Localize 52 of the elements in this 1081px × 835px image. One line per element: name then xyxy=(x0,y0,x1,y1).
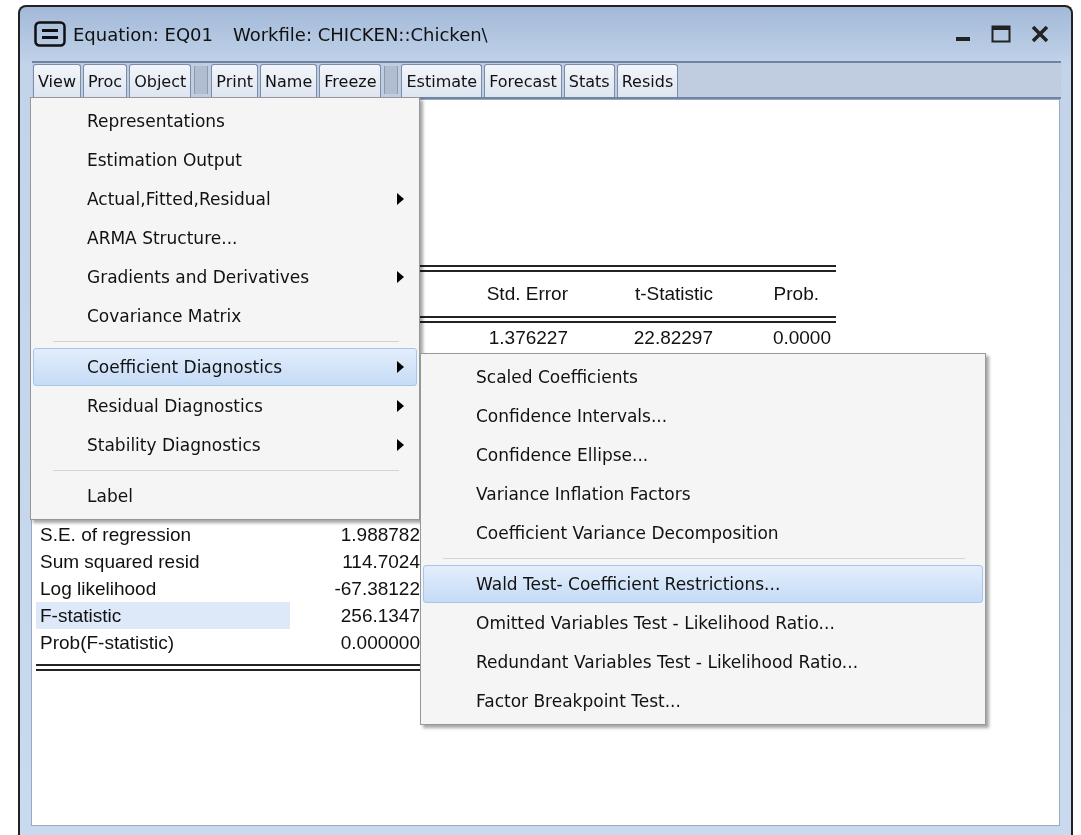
menu-item[interactable]: Coefficient Diagnostics xyxy=(33,348,417,386)
menu-item[interactable]: Representations xyxy=(33,102,417,140)
table-cell-text: 0.0000 xyxy=(771,326,832,350)
stat-label: Log likelihood xyxy=(39,577,158,601)
menu-item[interactable]: Estimation Output xyxy=(33,141,417,179)
menu-item[interactable]: Scaled Coefficients xyxy=(423,358,983,396)
toolbar-separator xyxy=(384,66,399,94)
toolbar-button[interactable]: Estimate xyxy=(401,64,483,97)
stat-label: Sum squared resid xyxy=(39,550,201,574)
menu-item[interactable]: Covariance Matrix xyxy=(33,297,417,335)
menu-item[interactable]: Confidence Ellipse... xyxy=(423,436,983,474)
menu-item[interactable]: Actual,Fitted,Residual xyxy=(33,180,417,218)
table-cell-text: 22.82297 xyxy=(632,326,714,350)
menu-item[interactable]: Omitted Variables Test - Likelihood Ratio... xyxy=(423,604,983,642)
stat-value: -67.38122 xyxy=(333,577,420,601)
workfile-title: Workfile: CHICKEN::Chicken\ xyxy=(232,23,488,45)
stat-value: 256.1347 xyxy=(339,604,420,628)
menu-item[interactable]: Stability Diagnostics xyxy=(33,426,417,464)
toolbar-button[interactable]: Proc xyxy=(82,64,128,97)
toolbar-button[interactable]: View xyxy=(33,64,81,97)
menu-item[interactable]: Confidence Intervals... xyxy=(423,397,983,435)
column-header: t-Statistic xyxy=(633,282,714,306)
toolbar-button[interactable]: Print xyxy=(211,64,259,97)
toolbar-button[interactable]: Resids xyxy=(616,64,679,97)
column-header: Std. Error xyxy=(485,282,569,306)
table-cell-text: 1.376227 xyxy=(487,326,569,350)
toolbar-button[interactable]: Name xyxy=(260,64,318,97)
menu-item[interactable]: Coefficient Variance Decomposition xyxy=(423,514,983,552)
menu-item[interactable]: Wald Test- Coefficient Restrictions... xyxy=(423,565,983,603)
stat-value: 1.988782 xyxy=(339,523,420,547)
stat-label: F-statistic xyxy=(36,602,290,629)
menu-item[interactable]: Label xyxy=(33,477,417,515)
toolbar-button[interactable]: Object xyxy=(129,64,192,97)
close-icon[interactable] xyxy=(1031,25,1049,43)
stat-label: Prob(F-statistic) xyxy=(39,631,176,655)
menu-item[interactable]: Residual Diagnostics xyxy=(33,387,417,425)
toolbar-button[interactable]: Stats xyxy=(563,64,615,97)
stat-value: 0.000000 xyxy=(339,631,420,655)
maximize-icon[interactable] xyxy=(991,25,1011,43)
toolbar-button[interactable]: Forecast xyxy=(484,64,562,97)
window-title: Equation: EQ01 xyxy=(73,23,213,45)
toolbar-separator xyxy=(194,66,209,94)
stat-value: 114.7024 xyxy=(341,550,420,574)
menu-item[interactable]: ARMA Structure... xyxy=(33,219,417,257)
toolbar-button[interactable]: Freeze xyxy=(319,64,382,97)
column-header: Prob. xyxy=(772,282,820,306)
menu-item[interactable]: Redundant Variables Test - Likelihood Ratio... xyxy=(423,643,983,681)
menu-item[interactable]: Gradients and Derivatives xyxy=(33,258,417,296)
menu-item[interactable]: Factor Breakpoint Test... xyxy=(423,682,983,720)
menu-icon[interactable] xyxy=(34,21,66,47)
menu-item[interactable]: Variance Inflation Factors xyxy=(423,475,983,513)
stat-label: S.E. of regression xyxy=(39,523,193,547)
